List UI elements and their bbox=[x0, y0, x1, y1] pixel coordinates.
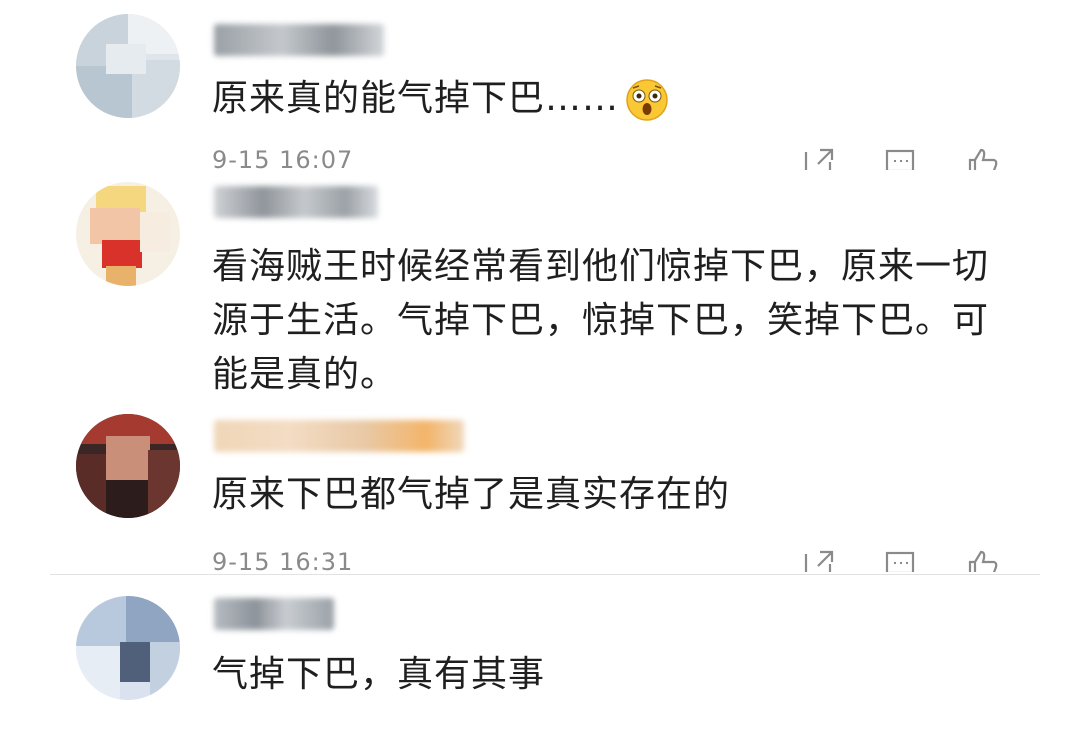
timestamp: 9-15 16:31 bbox=[212, 548, 354, 572]
avatar[interactable] bbox=[76, 414, 180, 518]
comment-item: 看海贼王时候经常看到他们惊掉下巴，原来一切源于生活。气掉下巴，惊掉下巴，笑掉下巴… bbox=[0, 170, 1080, 400]
comment-icon[interactable] bbox=[884, 548, 924, 572]
username[interactable] bbox=[214, 186, 378, 218]
divider bbox=[50, 574, 1040, 575]
comment-meta: 9-15 16:07 bbox=[212, 146, 1012, 170]
comment-item: 气掉下巴，真有其事 bbox=[0, 576, 1080, 742]
username[interactable] bbox=[214, 420, 464, 452]
comment-text: 原来下巴都气掉了是真实存在的 bbox=[212, 474, 731, 515]
comment-text: 看海贼王时候经常看到他们惊掉下巴，原来一切源于生活。气掉下巴，惊掉下巴，笑掉下巴… bbox=[212, 246, 990, 395]
comment-item: 原来真的能气掉下巴…… 9-15 16:07 bbox=[0, 0, 1080, 170]
comment-icon[interactable] bbox=[884, 146, 924, 170]
username[interactable] bbox=[214, 24, 384, 56]
comment-text: 气掉下巴，真有其事 bbox=[212, 654, 546, 695]
avatar[interactable] bbox=[76, 182, 180, 286]
like-icon[interactable] bbox=[966, 548, 1006, 572]
avatar[interactable] bbox=[76, 596, 180, 700]
like-icon[interactable] bbox=[966, 146, 1006, 170]
share-icon[interactable] bbox=[802, 548, 842, 572]
comment-text: 原来真的能气掉下巴…… bbox=[212, 72, 990, 126]
timestamp: 9-15 16:07 bbox=[212, 146, 354, 170]
comment-item: 原来下巴都气掉了是真实存在的 9-15 16:31 bbox=[0, 400, 1080, 576]
astonished-face-icon bbox=[625, 78, 669, 122]
username[interactable] bbox=[214, 598, 334, 630]
share-icon[interactable] bbox=[802, 146, 842, 170]
comment-meta: 9-15 16:31 bbox=[212, 548, 1012, 572]
avatar[interactable] bbox=[76, 14, 180, 118]
